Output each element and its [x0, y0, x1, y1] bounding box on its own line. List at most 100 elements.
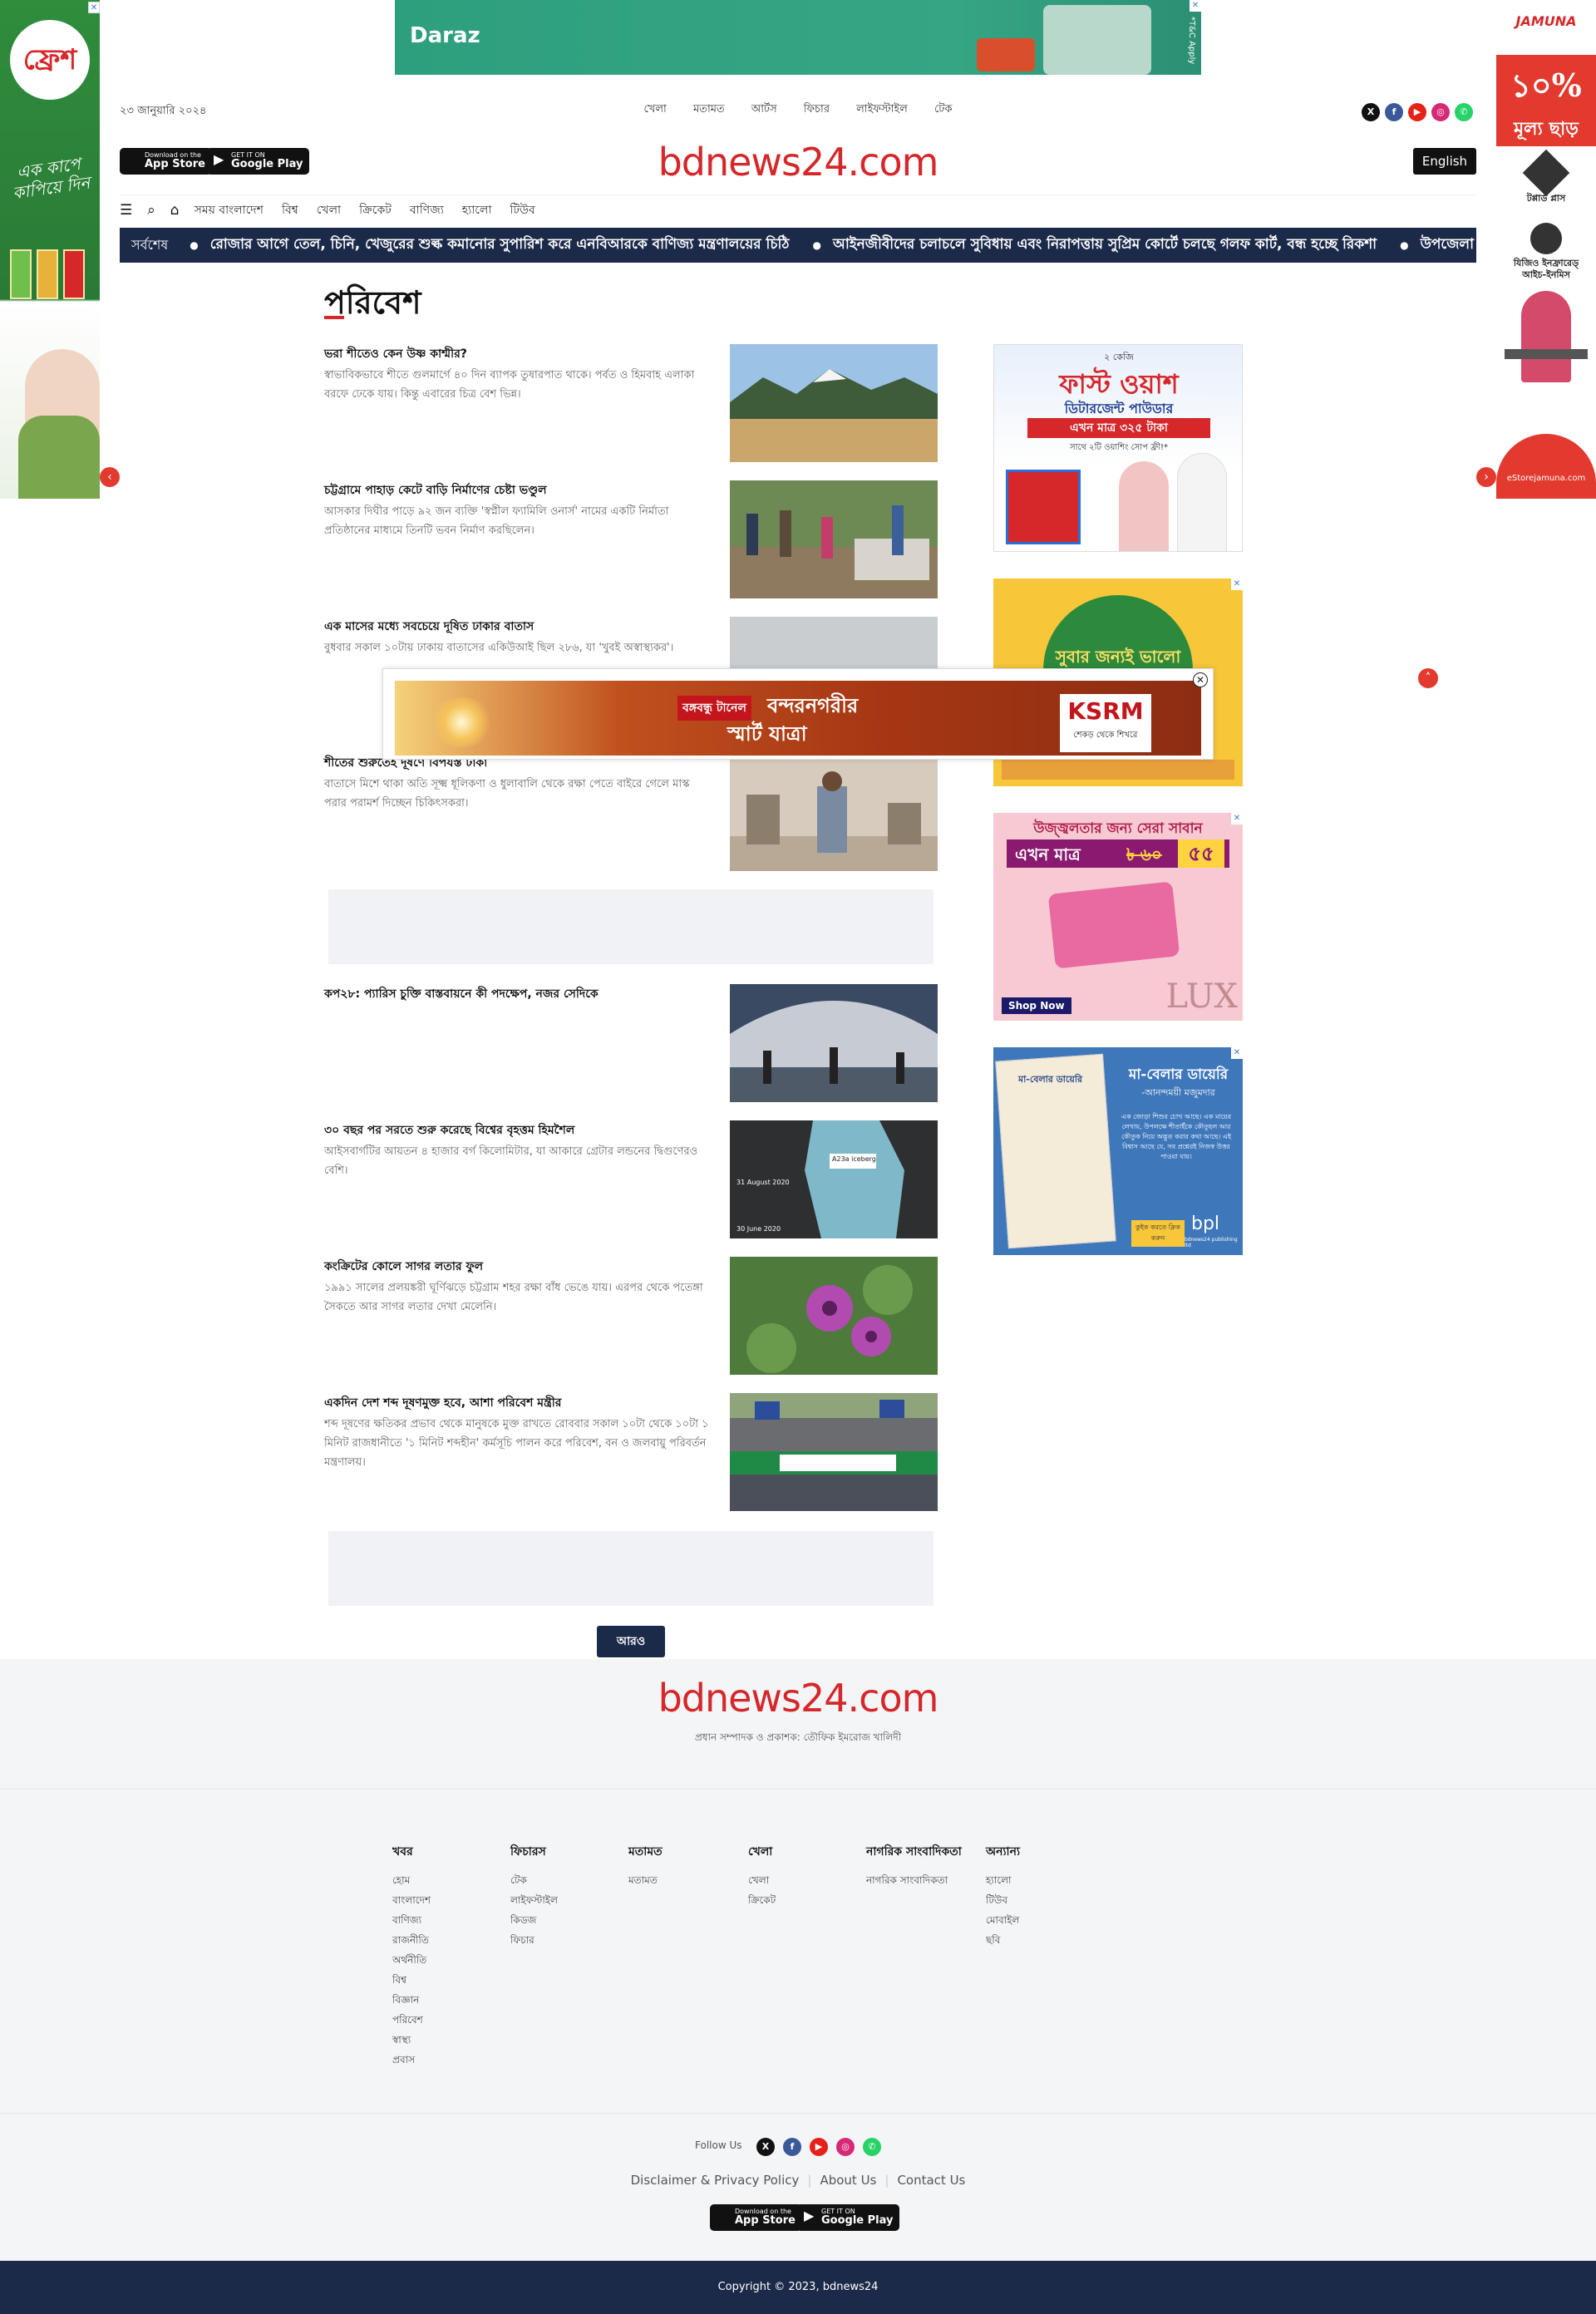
footer-link[interactable]: অর্থনীতি — [392, 1950, 431, 1970]
footer-link[interactable]: বিজ্ঞান — [392, 1990, 431, 2010]
whatsapp-icon[interactable]: ✆ — [1455, 103, 1473, 121]
footer-link[interactable]: বিশ্ব — [392, 1970, 431, 1990]
close-icon[interactable]: ✕ — [1193, 672, 1208, 687]
footer-link[interactable]: ছবি — [986, 1930, 1020, 1950]
menu-item[interactable]: ক্রিকেট — [359, 200, 392, 220]
top-banner-ad[interactable]: Daraz *T&C Apply ✕ — [395, 0, 1201, 75]
left-side-ad[interactable]: ✕ ফ্রেশ এক কাপে কাপিয়ে দিন — [0, 0, 100, 499]
article-headline[interactable]: একদিন দেশ শব্দ দূষণমুক্ত হবে, আশা পরিবেশ… — [324, 1395, 707, 1411]
top-nav-item[interactable]: আর্টস — [751, 103, 777, 116]
menu-item[interactable]: বাণিজ্য — [410, 200, 444, 220]
more-button[interactable]: আরও — [597, 1626, 665, 1657]
article-thumbnail[interactable]: A23a iceberg 31 August 2020 30 June 2020 — [730, 1120, 938, 1238]
ad-close-icon[interactable]: ✕ — [1231, 578, 1243, 590]
footer-link[interactable]: কিডজ — [510, 1910, 558, 1930]
ad-close-icon[interactable]: ✕ — [1231, 1047, 1243, 1059]
instagram-icon[interactable]: ◎ — [836, 2138, 855, 2156]
scroll-right-arrow-icon[interactable]: › — [1476, 467, 1496, 487]
footer-link[interactable]: বাংলাদেশ — [392, 1890, 431, 1910]
article-headline[interactable]: চট্টগ্রামে পাহাড় কেটে বাড়ি নির্মাণের চ… — [324, 482, 707, 499]
article-item[interactable]: ৩০ বছর পর সরতে শুরু করেছে বিশ্বের বৃহত্ত… — [324, 1120, 938, 1238]
tunnel-ad-banner[interactable]: বঙ্গবন্ধু টানেল বন্দরনগরীর স্মার্ট যাত্র… — [395, 681, 1201, 756]
article-headline[interactable]: ভরা শীতেও কেন উষ্ণ কাশ্মীর? — [324, 346, 707, 362]
footer-link[interactable]: খেলা — [748, 1870, 776, 1890]
facebook-icon[interactable]: f — [1385, 103, 1403, 121]
buy-button[interactable]: কুইক করতে ক্লিক করুন — [1131, 1220, 1185, 1247]
article-thumbnail[interactable] — [730, 1257, 938, 1375]
article-item[interactable]: কপ২৮: প্যারিস চুক্তি বাস্তবায়নে কী পদক্… — [324, 984, 938, 1102]
youtube-icon[interactable]: ▶ — [1408, 103, 1426, 121]
top-nav-item[interactable]: খেলা — [644, 103, 667, 116]
footer-link[interactable]: পরিবেশ — [392, 2010, 431, 2030]
footer-link[interactable]: টিউব — [986, 1890, 1020, 1910]
fast-wash-ad[interactable]: ২ কেজি ফাস্ট ওয়াশ ডিটারজেন্ট পাউডার এখন… — [993, 344, 1243, 552]
english-button[interactable]: English — [1413, 148, 1476, 175]
footer-link[interactable]: হ্যালো — [986, 1870, 1020, 1890]
article-headline[interactable]: কপ২৮: প্যারিস চুক্তি বাস্তবায়নে কী পদক্… — [324, 986, 707, 1002]
article-item[interactable]: চট্টগ্রামে পাহাড় কেটে বাড়ি নির্মাণের চ… — [324, 480, 938, 598]
footer-link[interactable]: বাণিজ্য — [392, 1910, 431, 1930]
menu-item[interactable]: টিউব — [510, 200, 534, 220]
sticky-overlay-ad[interactable]: বঙ্গবন্ধু টানেল বন্দরনগরীর স্মার্ট যাত্র… — [382, 668, 1214, 760]
home-icon[interactable]: ⌂ — [170, 202, 180, 219]
menu-item[interactable]: হ্যালো — [462, 200, 492, 220]
ticker-item[interactable]: আইনজীবীদের চলাচলে সুবিধায় এবং নিরাপত্তা… — [833, 234, 1377, 257]
footer-link[interactable]: ফিচার — [510, 1930, 558, 1950]
ad-choices-icon[interactable]: ✕ — [88, 2, 100, 13]
footer-link[interactable]: প্রবাস — [392, 2050, 431, 2070]
youtube-icon[interactable]: ▶ — [810, 2138, 828, 2156]
app-store-badge[interactable]: Download on the App Store — [710, 2204, 802, 2231]
footer-link[interactable]: নাগরিক সাংবাদিকতা — [866, 1870, 962, 1890]
footer-link[interactable]: মতামত — [628, 1870, 663, 1890]
book-ad[interactable]: মা-বেলার ডায়েরি মা-বেলার ডায়েরি -আনন্দ… — [993, 1047, 1243, 1255]
ticker-item[interactable]: রোজার আগে তেল, চিনি, খেজুরের শুল্ক কমানো… — [210, 234, 790, 257]
estore-link[interactable]: eStorejamuna.com — [1496, 434, 1596, 499]
footer-link[interactable]: হোম — [392, 1870, 431, 1890]
instagram-icon[interactable]: ◎ — [1431, 103, 1450, 121]
about-link[interactable]: About Us — [811, 2173, 884, 2188]
ad-close-icon[interactable]: ✕ — [1190, 0, 1201, 12]
footer-link[interactable]: টেক — [510, 1870, 558, 1890]
article-headline[interactable]: এক মাসের মধ্যে সবচেয়ে দূষিত ঢাকার বাতাস — [324, 618, 707, 635]
disclaimer-link[interactable]: Disclaimer & Privacy Policy — [623, 2173, 808, 2188]
search-icon[interactable]: ⌕ — [147, 202, 155, 219]
article-thumbnail[interactable] — [730, 1393, 938, 1511]
article-thumbnail[interactable] — [730, 344, 938, 462]
article-thumbnail[interactable] — [730, 984, 938, 1102]
lux-ad[interactable]: উজ্জ্বলতার জন্য সেরা সাবান এখন মাত্র ৳ ৬… — [993, 813, 1243, 1021]
ticker-item[interactable]: উপজেলা পরিষদের ভোট ইভিএমে — [1421, 234, 1476, 257]
google-play-badge[interactable]: ▶ GET IT ON Google Play — [796, 2204, 900, 2231]
article-thumbnail[interactable] — [730, 480, 938, 598]
ad-close-icon[interactable]: ✕ — [1231, 813, 1243, 825]
footer-link[interactable]: রাজনীতি — [392, 1930, 431, 1950]
top-nav-item[interactable]: মতামত — [693, 103, 725, 116]
scroll-left-arrow-icon[interactable]: ‹ — [100, 467, 120, 487]
menu-item[interactable]: সময় বাংলাদেশ — [195, 200, 264, 220]
article-thumbnail[interactable] — [730, 753, 938, 871]
x-icon[interactable]: X — [1362, 103, 1380, 121]
footer-link[interactable]: স্বাস্থ্য — [392, 2030, 431, 2050]
x-icon[interactable]: X — [756, 2138, 775, 2156]
whatsapp-icon[interactable]: ✆ — [863, 2138, 881, 2156]
hamburger-menu-icon[interactable]: ☰ — [120, 202, 132, 219]
footer-link[interactable]: ক্রিকেট — [748, 1890, 776, 1910]
footer-link[interactable]: মোবাইল — [986, 1910, 1020, 1930]
top-nav-item[interactable]: লাইফস্টাইল — [856, 103, 908, 116]
article-headline[interactable]: ৩০ বছর পর সরতে শুরু করেছে বিশ্বের বৃহত্ত… — [324, 1122, 707, 1139]
right-side-ad[interactable]: JAMUNA ১০% মূল্য ছাড় টপ্পার্ড প্লাস যিজ… — [1496, 0, 1596, 499]
contact-link[interactable]: Contact Us — [889, 2173, 973, 2188]
article-item[interactable]: শীতের শুরুতেই দূষণে বিপর্যস্ত ঢাকা বাতাস… — [324, 753, 938, 871]
facebook-icon[interactable]: f — [783, 2138, 801, 2156]
footer-logo[interactable]: bdnews24.com — [0, 1676, 1596, 1721]
top-nav-item[interactable]: ফিচার — [804, 103, 830, 116]
footer-link[interactable]: লাইফস্টাইল — [510, 1890, 558, 1910]
menu-item[interactable]: বিশ্ব — [282, 200, 298, 220]
top-nav-item[interactable]: টেক — [934, 103, 952, 116]
menu-item[interactable]: খেলা — [317, 200, 341, 220]
site-logo[interactable]: bdnews24.com — [0, 140, 1596, 185]
article-headline[interactable]: কংক্রিটের কোলে সাগর লতার ফুল — [324, 1258, 707, 1275]
article-item[interactable]: একদিন দেশ শব্দ দূষণমুক্ত হবে, আশা পরিবেশ… — [324, 1393, 938, 1511]
shop-now-button[interactable]: Shop Now — [1002, 997, 1071, 1014]
article-item[interactable]: ভরা শীতেও কেন উষ্ণ কাশ্মীর? স্বাভাবিকভাব… — [324, 344, 938, 462]
article-item[interactable]: কংক্রিটের কোলে সাগর লতার ফুল ১৯৯১ সালের … — [324, 1257, 938, 1375]
